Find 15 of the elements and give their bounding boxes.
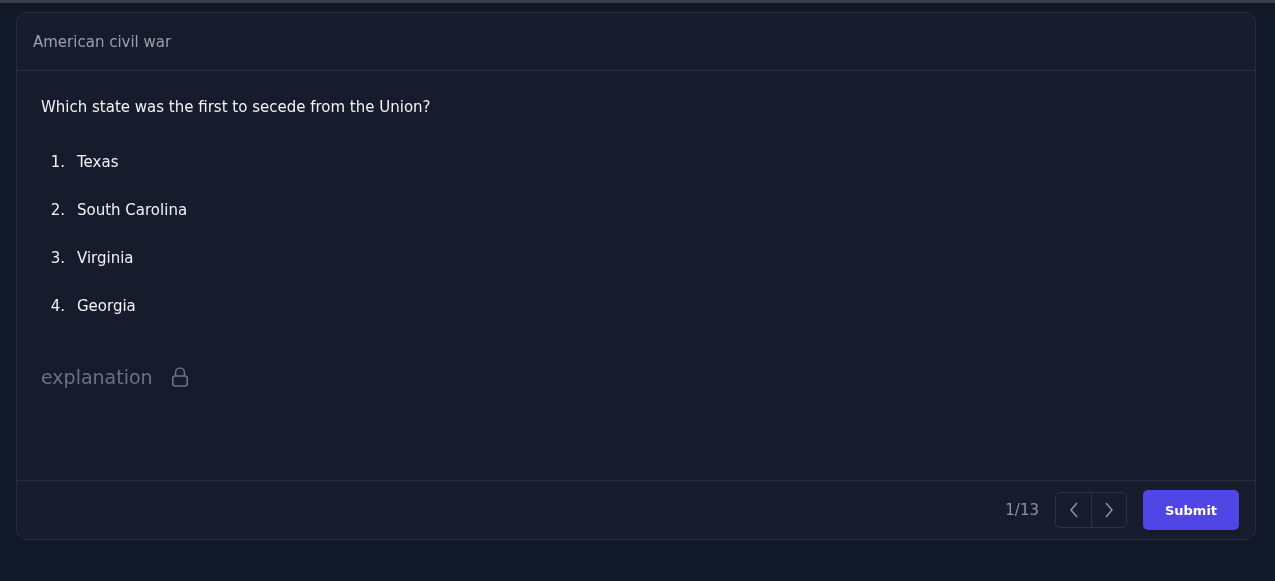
option-number: 3. [49,249,65,267]
card-title: American civil war [33,32,172,51]
question-counter: 1/13 [1005,501,1039,519]
option-number: 4. [49,297,65,315]
submit-button[interactable]: Submit [1143,490,1239,530]
option-text[interactable]: Texas [77,153,119,171]
option-text[interactable]: Virginia [77,249,134,267]
option-number: 2. [49,201,65,219]
option-number: 1. [49,153,65,171]
option-text[interactable]: South Carolina [77,201,188,219]
explanation-label[interactable]: explanation [41,366,153,388]
question-text: Which state was the first to secede from the Union? [41,98,432,116]
chevron-right-icon [1104,502,1114,518]
option-text[interactable]: Georgia [77,297,136,315]
chevron-left-icon [1068,502,1079,518]
